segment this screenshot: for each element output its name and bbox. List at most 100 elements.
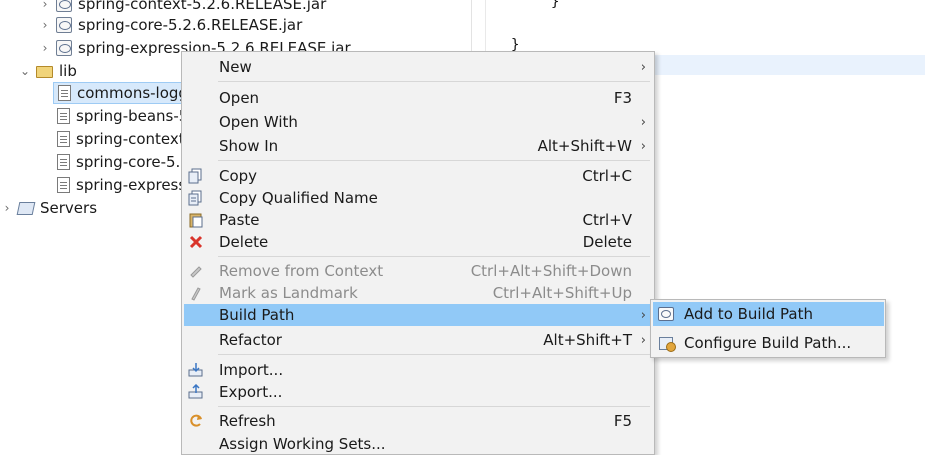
context-menu: New › Open F3 Open With › Show In Alt+Sh… [181, 51, 655, 455]
menu-item-shortcut: Ctrl+V [582, 211, 632, 229]
copy-qualified-name-icon [184, 187, 208, 209]
menu-item-shortcut: Alt+Shift+T [543, 331, 632, 349]
export-icon [184, 381, 208, 403]
jar-file-icon [58, 85, 71, 101]
tree-item-spring-expression[interactable]: spring-express [53, 174, 186, 196]
jar-file-icon [57, 177, 70, 193]
refresh-icon [184, 410, 208, 432]
menu-item-label: Import... [219, 361, 284, 379]
menu-item-shortcut: Ctrl+C [582, 167, 632, 185]
tree-item-label: spring-beans-5 [76, 107, 189, 125]
menu-item-delete[interactable]: Delete Delete [184, 231, 653, 253]
code-line: } [551, 0, 560, 10]
chevron-right-icon[interactable]: › [38, 18, 52, 32]
menu-item-show-in[interactable]: Show In Alt+Shift+W › [184, 135, 653, 157]
menu-separator [218, 256, 650, 257]
menu-item-export[interactable]: Export... [184, 381, 653, 403]
submenu-item-label: Add to Build Path [684, 305, 814, 323]
jar-file-icon [57, 131, 70, 147]
configure-build-path-icon [658, 336, 676, 352]
menu-item-shortcut: Ctrl+Alt+Shift+Up [492, 284, 632, 302]
menu-item-copy[interactable]: Copy Ctrl+C [184, 165, 653, 187]
tree-item-spring-context[interactable]: spring-context [53, 128, 185, 150]
tree-item-label: lib [59, 62, 77, 80]
menu-item-assign-working-sets[interactable]: Assign Working Sets... [184, 433, 653, 455]
submenu-arrow-icon: › [640, 138, 646, 154]
menu-item-open[interactable]: Open F3 [184, 87, 653, 109]
tree-item-spring-core[interactable]: spring-core-5. [53, 151, 180, 173]
menu-item-open-with[interactable]: Open With › [184, 111, 653, 133]
menu-item-refresh[interactable]: Refresh F5 [184, 410, 653, 432]
jar-file-icon [57, 108, 70, 124]
jar-icon [56, 40, 72, 56]
tree-item-label: spring-context-5.2.6.RELEASE.jar [78, 0, 327, 13]
menu-item-label: Paste [219, 211, 260, 229]
chevron-right-icon[interactable]: › [38, 0, 52, 11]
jar-icon [56, 17, 72, 33]
chevron-right-icon[interactable]: › [0, 201, 14, 215]
tree-item-label: spring-core-5.2.6.RELEASE.jar [78, 16, 303, 34]
jar-icon [658, 307, 674, 321]
folder-icon [36, 66, 53, 78]
tree-item-lib-folder[interactable]: ⌄ lib [18, 60, 77, 82]
tree-item-label: spring-core-5. [76, 153, 181, 171]
submenu-arrow-icon: › [640, 307, 646, 323]
menu-item-label: Assign Working Sets... [219, 435, 386, 453]
menu-item-copy-qualified-name[interactable]: Copy Qualified Name [184, 187, 653, 209]
menu-item-label: Remove from Context [219, 262, 384, 280]
menu-item-label: Refresh [219, 412, 276, 430]
menu-separator [218, 354, 650, 355]
menu-item-label: Copy Qualified Name [219, 189, 378, 207]
tree-item-label: commons-logg [77, 84, 188, 102]
menu-item-refactor[interactable]: Refactor Alt+Shift+T › [184, 329, 653, 351]
menu-item-new[interactable]: New › [184, 56, 653, 78]
menu-item-label: Mark as Landmark [219, 284, 358, 302]
menu-item-label: New [219, 58, 252, 76]
delete-icon [184, 231, 208, 253]
submenu-item-add-to-build-path[interactable]: Add to Build Path [653, 302, 884, 326]
menu-item-label: Build Path [219, 306, 295, 324]
menu-item-label: Open [219, 89, 260, 107]
menu-separator [218, 406, 650, 407]
tree-item-spring-core-jar[interactable]: › spring-core-5.2.6.RELEASE.jar [38, 14, 303, 36]
submenu-item-label: Configure Build Path... [684, 334, 852, 352]
menu-separator [218, 81, 650, 82]
jar-file-icon [57, 154, 70, 170]
menu-item-build-path[interactable]: Build Path › [184, 304, 653, 326]
tree-item-spring-context-jar[interactable]: › spring-context-5.2.6.RELEASE.jar [38, 0, 326, 15]
menu-item-shortcut: Alt+Shift+W [537, 137, 632, 155]
tree-item-commons-logging[interactable]: commons-logg [53, 82, 193, 104]
submenu-item-configure-build-path[interactable]: Configure Build Path... [653, 331, 884, 355]
jar-icon [56, 0, 72, 12]
menu-item-shortcut: Delete [582, 233, 632, 251]
menu-item-remove-from-context[interactable]: Remove from Context Ctrl+Alt+Shift+Down [184, 260, 653, 282]
submenu-arrow-icon: › [640, 114, 646, 130]
menu-item-shortcut: F3 [613, 89, 632, 107]
import-icon [184, 359, 208, 381]
chevron-down-icon[interactable]: ⌄ [18, 64, 32, 78]
tree-item-label: spring-express [76, 176, 187, 194]
tree-item-label: Servers [40, 199, 98, 217]
menu-item-shortcut: F5 [613, 412, 632, 430]
servers-folder-icon [16, 201, 36, 215]
submenu-arrow-icon: › [640, 59, 646, 75]
menu-item-paste[interactable]: Paste Ctrl+V [184, 209, 653, 231]
menu-item-mark-as-landmark[interactable]: Mark as Landmark Ctrl+Alt+Shift+Up [184, 282, 653, 304]
chevron-right-icon[interactable]: › [38, 41, 52, 55]
submenu-arrow-icon: › [640, 332, 646, 348]
menu-item-import[interactable]: Import... [184, 359, 653, 381]
landmark-icon [184, 282, 208, 304]
remove-from-context-icon [184, 260, 208, 282]
build-path-submenu: Add to Build Path Configure Build Path..… [650, 299, 886, 358]
paste-icon [184, 209, 208, 231]
menu-separator [218, 160, 650, 161]
menu-item-shortcut: Ctrl+Alt+Shift+Down [470, 262, 632, 280]
menu-item-label: Show In [219, 137, 279, 155]
menu-item-label: Refactor [219, 331, 282, 349]
tree-item-servers[interactable]: › Servers [0, 197, 97, 219]
copy-icon [184, 165, 208, 187]
tree-item-label: spring-context [76, 130, 185, 148]
menu-item-label: Delete [219, 233, 269, 251]
menu-item-label: Export... [219, 383, 283, 401]
tree-item-spring-beans[interactable]: spring-beans-5 [53, 105, 188, 127]
